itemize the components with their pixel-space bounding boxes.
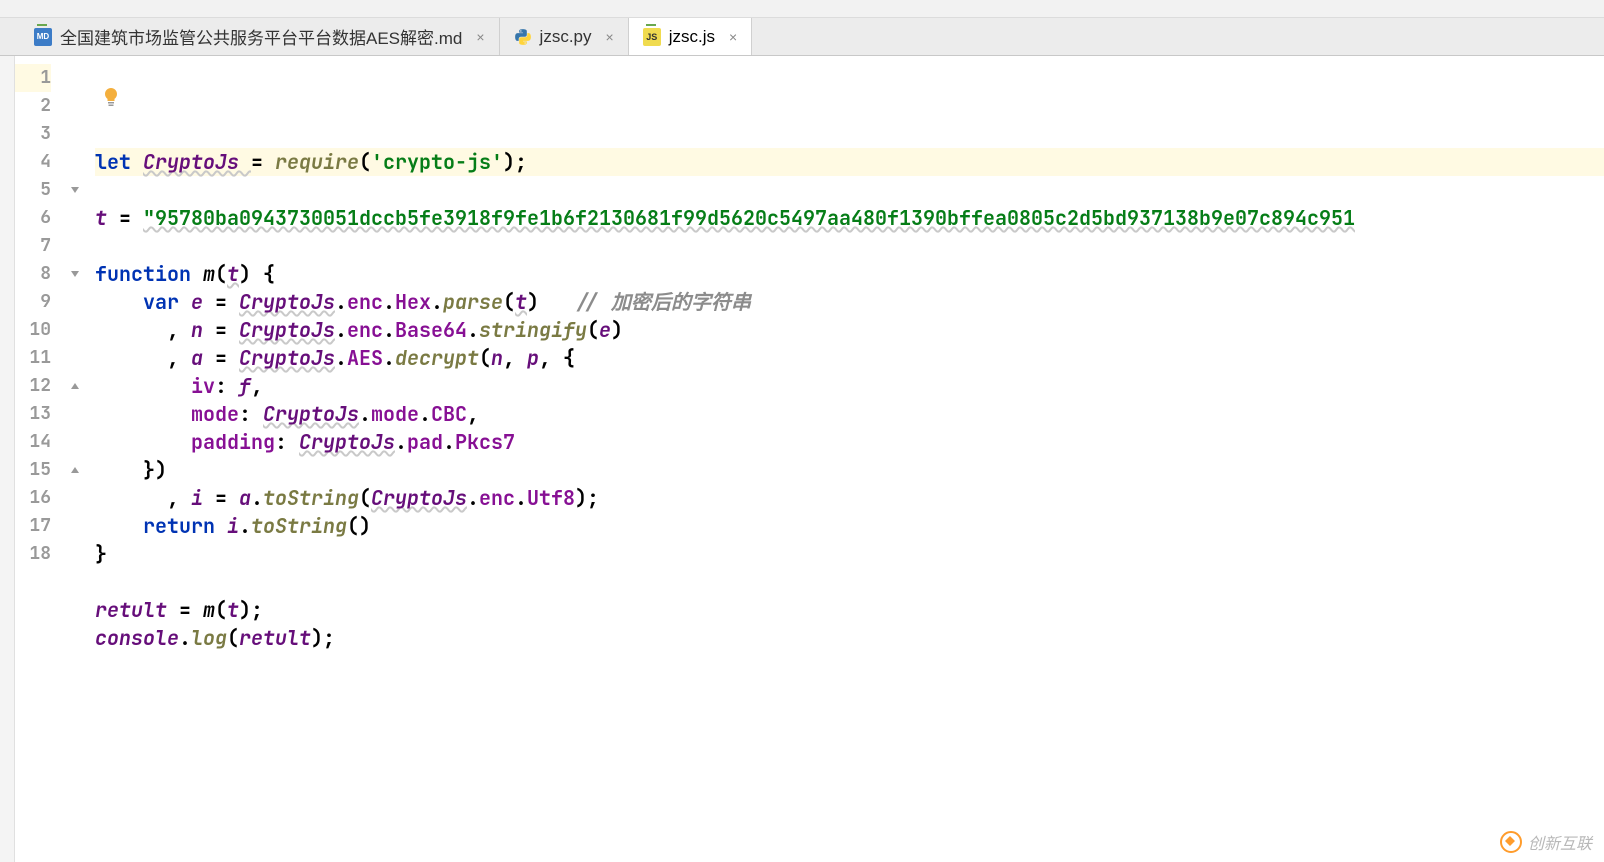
line-number: 9	[15, 288, 51, 316]
line-number: 3	[15, 120, 51, 148]
fold-marker	[65, 204, 85, 232]
line-number: 1	[15, 64, 51, 92]
code-line[interactable]: let CryptoJs = require('crypto-js');	[95, 148, 1604, 176]
fold-marker	[65, 316, 85, 344]
watermark-text: 创新互联	[1528, 830, 1592, 854]
fold-marker	[65, 232, 85, 260]
code-line[interactable]: })	[95, 456, 1604, 484]
tab-py-file[interactable]: jzsc.py ×	[500, 18, 629, 55]
fold-marker	[65, 92, 85, 120]
tab-md-file[interactable]: MD 全国建筑市场监管公共服务平台平台数据AES解密.md ×	[20, 18, 500, 55]
code-line[interactable]	[95, 568, 1604, 596]
line-number: 4	[15, 148, 51, 176]
line-number: 13	[15, 400, 51, 428]
line-number: 16	[15, 484, 51, 512]
fold-marker	[65, 120, 85, 148]
tab-js-file[interactable]: JS jzsc.js ×	[629, 18, 752, 55]
watermark-logo-icon	[1500, 831, 1522, 853]
line-number: 5	[15, 176, 51, 204]
fold-marker[interactable]	[65, 260, 85, 288]
code-line[interactable]	[95, 232, 1604, 260]
fold-marker	[65, 64, 85, 92]
tab-label: jzsc.js	[669, 27, 715, 47]
line-number: 14	[15, 428, 51, 456]
fold-marker[interactable]	[65, 456, 85, 484]
fold-marker	[65, 428, 85, 456]
code-line[interactable]	[95, 176, 1604, 204]
fold-marker	[65, 400, 85, 428]
intention-bulb-icon[interactable]	[103, 84, 123, 112]
fold-marker	[65, 148, 85, 176]
code-line[interactable]: , n = CryptoJs.enc.Base64.stringify(e)	[95, 316, 1604, 344]
line-number-gutter: 123456789101112131415161718	[15, 56, 65, 862]
tab-label: jzsc.py	[540, 27, 592, 47]
code-line[interactable]: mode: CryptoJs.mode.CBC,	[95, 400, 1604, 428]
python-icon	[514, 28, 532, 46]
code-line[interactable]: , a = CryptoJs.AES.decrypt(n, p, {	[95, 344, 1604, 372]
code-line[interactable]: iv: f,	[95, 372, 1604, 400]
line-number: 11	[15, 344, 51, 372]
line-number: 10	[15, 316, 51, 344]
line-number: 7	[15, 232, 51, 260]
tab-label: 全国建筑市场监管公共服务平台平台数据AES解密.md	[60, 24, 462, 49]
code-area[interactable]: let CryptoJs = require('crypto-js'); t = …	[85, 56, 1604, 862]
code-line[interactable]: return i.toString()	[95, 512, 1604, 540]
left-margin	[0, 56, 15, 862]
code-line[interactable]: function m(t) {	[95, 260, 1604, 288]
close-icon[interactable]: ×	[600, 29, 614, 45]
code-line[interactable]: var e = CryptoJs.enc.Hex.parse(t) // 加密后…	[95, 288, 1604, 316]
fold-marker	[65, 484, 85, 512]
fold-marker[interactable]	[65, 176, 85, 204]
code-line[interactable]: t = "95780ba0943730051dccb5fe3918f9fe1b6…	[95, 204, 1604, 232]
close-icon[interactable]: ×	[723, 29, 737, 45]
close-icon[interactable]: ×	[470, 29, 484, 45]
fold-marker	[65, 540, 85, 568]
tabs-container: MD 全国建筑市场监管公共服务平台平台数据AES解密.md × jzsc.py …	[0, 18, 1604, 56]
javascript-icon: JS	[643, 28, 661, 46]
line-number: 8	[15, 260, 51, 288]
line-number: 17	[15, 512, 51, 540]
fold-marker[interactable]	[65, 372, 85, 400]
line-number: 15	[15, 456, 51, 484]
code-line[interactable]: console.log(retult);	[95, 624, 1604, 652]
code-line[interactable]: padding: CryptoJs.pad.Pkcs7	[95, 428, 1604, 456]
fold-marker	[65, 344, 85, 372]
line-number: 18	[15, 540, 51, 568]
fold-marker	[65, 288, 85, 316]
fold-gutter	[65, 56, 85, 862]
line-number: 12	[15, 372, 51, 400]
line-number: 2	[15, 92, 51, 120]
watermark: 创新互联	[1500, 830, 1592, 854]
code-line[interactable]: retult = m(t);	[95, 596, 1604, 624]
editor-container: 123456789101112131415161718 let CryptoJs…	[0, 56, 1604, 862]
code-line[interactable]: , i = a.toString(CryptoJs.enc.Utf8);	[95, 484, 1604, 512]
code-line[interactable]: }	[95, 540, 1604, 568]
fold-marker	[65, 512, 85, 540]
top-bar	[0, 0, 1604, 18]
line-number: 6	[15, 204, 51, 232]
markdown-icon: MD	[34, 28, 52, 46]
